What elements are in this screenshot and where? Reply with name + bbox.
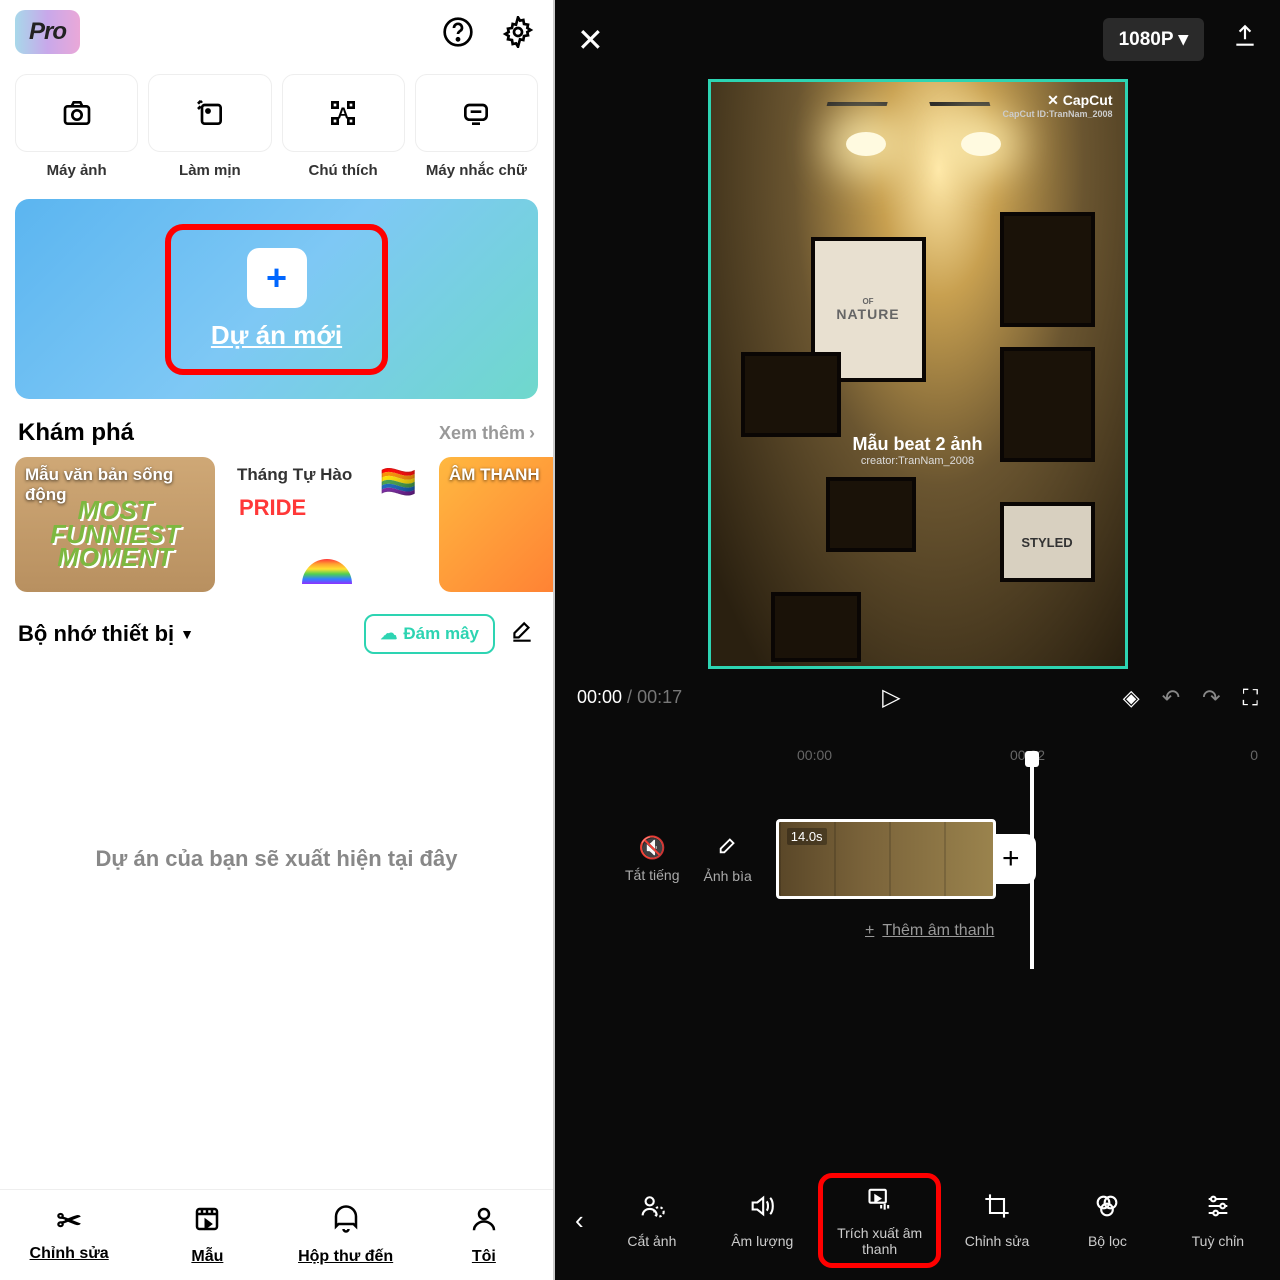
keyframe-icon[interactable]: ◈ [1123, 685, 1140, 711]
chevron-down-icon: ▼ [180, 626, 194, 642]
speaker-off-icon: 🔇 [639, 835, 666, 861]
nav-edit[interactable]: Chỉnh sửa [943, 1192, 1051, 1249]
watermark: ✕ CapCut CapCut ID:TranNam_2008 [1002, 92, 1112, 119]
action-smooth[interactable]: Làm mịn [148, 74, 271, 179]
nav-crop[interactable]: Cắt ảnh [598, 1192, 706, 1249]
see-more-button[interactable]: Xem thêm › [439, 423, 535, 444]
scissors-icon: ✂ [57, 1204, 82, 1239]
help-icon[interactable] [438, 12, 478, 52]
sliders-icon [1204, 1192, 1232, 1227]
edit-icon[interactable] [509, 619, 535, 650]
action-label: Máy ảnh [47, 162, 107, 179]
template-icon [192, 1204, 222, 1242]
explore-card[interactable]: ÂM THANH [439, 457, 553, 592]
person-crop-icon [638, 1192, 666, 1227]
undo-icon[interactable]: ↶ [1162, 685, 1180, 711]
nav-profile[interactable]: Tôi [415, 1204, 553, 1266]
action-label: Máy nhắc chữ [426, 162, 527, 179]
back-button[interactable]: ‹ [563, 1205, 596, 1236]
volume-icon [748, 1192, 776, 1227]
nav-templates[interactable]: Mẫu [138, 1204, 276, 1266]
settings-icon[interactable] [498, 12, 538, 52]
redo-icon[interactable]: ↷ [1202, 685, 1220, 711]
new-project-banner[interactable]: + Dự án mới [15, 199, 538, 399]
cloud-button[interactable]: ☁Đám mây [364, 614, 495, 654]
fullscreen-icon[interactable]: ⛶ [1243, 685, 1258, 711]
extract-audio-icon [866, 1184, 894, 1219]
nav-extract-audio[interactable]: Trích xuất âm thanh [818, 1173, 940, 1268]
playhead[interactable] [1030, 759, 1034, 969]
action-label: Làm mịn [179, 162, 241, 179]
storage-dropdown[interactable]: Bộ nhớ thiết bị ▼ [18, 621, 194, 647]
empty-state-text: Dự án của bạn sẽ xuất hiện tại đây [0, 676, 553, 1189]
plus-icon: + [247, 248, 307, 308]
chevron-right-icon: › [529, 423, 535, 444]
preview-caption: Mẫu beat 2 ảnh creator:TranNam_2008 [711, 434, 1125, 467]
new-project-label: Dự án mới [211, 320, 342, 351]
mute-button[interactable]: 🔇 Tắt tiếng [625, 835, 679, 883]
nav-edit[interactable]: ✂ Chỉnh sửa [0, 1204, 138, 1266]
action-teleprompter[interactable]: Máy nhắc chữ [415, 74, 538, 179]
cloud-icon: ☁ [380, 624, 397, 644]
bell-icon [331, 1204, 361, 1242]
pro-badge[interactable]: Pro [15, 10, 80, 54]
nav-volume[interactable]: Âm lượng [708, 1192, 816, 1249]
video-clip[interactable]: 14.0s [776, 819, 996, 899]
add-sound-button[interactable]: + Thêm âm thanh [865, 922, 1280, 940]
export-icon[interactable] [1232, 23, 1258, 56]
nav-filter[interactable]: Bộ lọc [1053, 1192, 1161, 1249]
svg-text:A: A [337, 105, 349, 122]
action-label: Chú thích [309, 162, 378, 179]
flag-icon: 🏳️‍🌈 [380, 465, 417, 500]
resolution-button[interactable]: 1080P ▾ [1103, 18, 1204, 61]
time-display: 00:00 / 00:17 [577, 687, 682, 708]
new-project-highlight: + Dự án mới [165, 224, 388, 375]
filter-icon [1093, 1192, 1121, 1227]
video-preview[interactable]: OFNATURE STYLED ✕ CapCut CapCut ID:TranN… [708, 79, 1128, 669]
explore-card[interactable]: Mẫu văn bản sống động MOST FUNNIEST MOME… [15, 457, 215, 592]
play-button[interactable]: ▷ [882, 683, 900, 712]
nav-inbox[interactable]: Hộp thư đến [277, 1204, 415, 1266]
action-camera[interactable]: Máy ảnh [15, 74, 138, 179]
cover-button[interactable]: Ảnh bìa [703, 834, 751, 884]
person-icon [469, 1204, 499, 1242]
close-icon[interactable]: ✕ [577, 21, 604, 59]
crop-icon [983, 1192, 1011, 1227]
edit-icon [717, 834, 739, 862]
timeline-ruler: 00:00 00:02 0 [555, 741, 1280, 769]
explore-card[interactable]: Tháng Tự Hào PRIDE 🏳️‍🌈 [227, 457, 427, 592]
explore-title: Khám phá [18, 419, 134, 447]
action-caption[interactable]: A Chú thích [282, 74, 405, 179]
nav-adjust[interactable]: Tuỳ chỉn [1164, 1192, 1272, 1249]
